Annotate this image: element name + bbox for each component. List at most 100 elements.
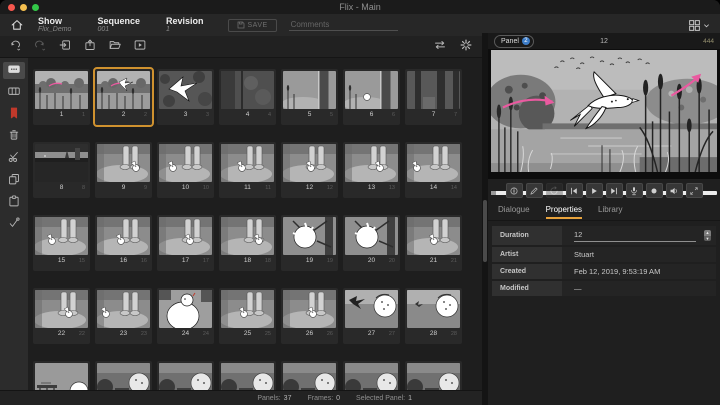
panel-card[interactable]: 88 xyxy=(33,142,90,198)
toolbar-right-group xyxy=(432,39,474,55)
panel-card[interactable]: 3131 xyxy=(157,361,214,390)
open-folder-button[interactable] xyxy=(107,39,123,55)
compare-button[interactable] xyxy=(506,183,523,198)
panel-number: 3 xyxy=(184,111,188,118)
loop-button[interactable] xyxy=(546,183,563,198)
panel-card[interactable]: 1717 xyxy=(157,215,214,271)
grid-scrollbar[interactable] xyxy=(483,200,487,262)
panel-card-footer: 2626 xyxy=(283,328,336,340)
versions-button[interactable] xyxy=(3,216,25,233)
panel-card[interactable]: 3434 xyxy=(343,361,400,390)
panel-card[interactable]: 1212 xyxy=(281,142,338,198)
skip-end-button[interactable] xyxy=(606,183,623,198)
paste-button[interactable] xyxy=(3,194,25,211)
panel-number: 18 xyxy=(244,257,251,264)
panel-card[interactable]: 2424 xyxy=(157,288,214,344)
panel-card[interactable]: 2626 xyxy=(281,288,338,344)
panel-card[interactable]: 3030 xyxy=(95,361,152,390)
export-panel-button[interactable] xyxy=(82,39,98,55)
property-value-cell: Stuart xyxy=(562,247,716,262)
panel-number: 25 xyxy=(244,330,251,337)
duration-stepper[interactable]: ▲▼ xyxy=(704,230,711,241)
record-button[interactable] xyxy=(646,183,663,198)
panel-card[interactable]: 2020 xyxy=(343,215,400,271)
close-window-button[interactable] xyxy=(8,4,15,11)
panel-card[interactable]: 1818 xyxy=(219,215,276,271)
zoom-window-button[interactable] xyxy=(32,4,39,11)
panel-card[interactable]: 3333 xyxy=(281,361,338,390)
redo-button[interactable] xyxy=(32,39,48,55)
panel-card[interactable]: 2828 xyxy=(405,288,462,344)
duration-input[interactable]: 12 xyxy=(574,230,696,242)
show-label: Show xyxy=(38,17,71,26)
panel-card[interactable]: 77 xyxy=(405,69,462,125)
tab-library[interactable]: Library xyxy=(598,205,622,219)
panel-card[interactable]: 11 xyxy=(33,69,90,125)
home-button[interactable] xyxy=(10,18,24,32)
panel-card[interactable]: 44 xyxy=(219,69,276,125)
panel-thumbnail xyxy=(345,217,398,255)
panel-card[interactable]: 66 xyxy=(343,69,400,125)
minimize-window-button[interactable] xyxy=(20,4,27,11)
panel-card[interactable]: 2727 xyxy=(343,288,400,344)
new-panel-button[interactable] xyxy=(3,62,25,79)
panel-card[interactable]: 2929 xyxy=(33,361,90,390)
bookmark-button[interactable] xyxy=(3,106,25,123)
skip-start-button[interactable] xyxy=(566,183,583,198)
comments-input[interactable] xyxy=(289,19,398,31)
stepper-down-icon[interactable]: ▼ xyxy=(704,236,711,242)
annotate-button[interactable] xyxy=(526,183,543,198)
undo-button[interactable] xyxy=(7,39,23,55)
panel-thumbnail xyxy=(221,290,274,328)
panels-count: Panels:37 xyxy=(257,395,291,402)
panel-card[interactable]: 2525 xyxy=(219,288,276,344)
show-field[interactable]: Show Flix_Demo xyxy=(38,17,71,34)
panel-card[interactable]: 55 xyxy=(281,69,338,125)
panel-card[interactable]: 99 xyxy=(95,142,152,198)
panel-id-readout: 444 xyxy=(703,38,714,45)
panel-viewer[interactable] xyxy=(488,49,720,179)
open-folder-icon xyxy=(109,38,121,56)
record-audio-button[interactable] xyxy=(626,183,643,198)
panel-card[interactable]: 1414 xyxy=(405,142,462,198)
panel-card-footer: 2727 xyxy=(345,328,398,340)
panel-card[interactable]: 33 xyxy=(157,69,214,125)
fullscreen-button[interactable] xyxy=(686,183,703,198)
panel-badge[interactable]: Panel 2 xyxy=(494,35,534,48)
panel-card[interactable]: 1515 xyxy=(33,215,90,271)
panel-card[interactable]: 2323 xyxy=(95,288,152,344)
panel-card[interactable]: 3232 xyxy=(219,361,276,390)
revision-field[interactable]: Revision 1 xyxy=(166,17,204,34)
panel-card-footer: 2424 xyxy=(159,328,212,340)
import-panel-button[interactable] xyxy=(57,39,73,55)
panel-card[interactable]: 2222 xyxy=(33,288,90,344)
panel-card[interactable]: 22 xyxy=(95,69,152,125)
tab-dialogue[interactable]: Dialogue xyxy=(498,205,530,219)
panel-thumbnail xyxy=(283,71,336,109)
layout-grid-button[interactable] xyxy=(688,19,710,32)
panel-card[interactable]: 1919 xyxy=(281,215,338,271)
panel-card[interactable]: 1111 xyxy=(219,142,276,198)
panel-card[interactable]: 2121 xyxy=(405,215,462,271)
properties-table: Duration12▲▼ArtistStuartCreatedFeb 12, 2… xyxy=(492,226,716,296)
panel-card[interactable]: 1616 xyxy=(95,215,152,271)
panels-strip-button[interactable] xyxy=(3,84,25,101)
panel-card[interactable]: 3535 xyxy=(405,361,462,390)
panel-id-small: 10 xyxy=(203,183,209,193)
play-button[interactable] xyxy=(586,183,603,198)
volume-button[interactable] xyxy=(666,183,683,198)
panel-card[interactable]: 1313 xyxy=(343,142,400,198)
preview-player-button[interactable] xyxy=(132,39,148,55)
sequence-field[interactable]: Sequence 001 xyxy=(97,17,140,34)
cut-button[interactable] xyxy=(3,150,25,167)
delete-panel-button[interactable] xyxy=(3,128,25,145)
copy-button[interactable] xyxy=(3,172,25,189)
save-button[interactable]: SAVE xyxy=(228,19,277,32)
property-label: Duration xyxy=(492,226,562,245)
panel-card-footer: 1414 xyxy=(407,182,460,194)
transfer-button[interactable] xyxy=(432,39,448,55)
tab-properties[interactable]: Properties xyxy=(546,205,582,219)
panel-card[interactable]: 1010 xyxy=(157,142,214,198)
settings-button[interactable] xyxy=(458,39,474,55)
revision-value: 1 xyxy=(166,26,204,33)
